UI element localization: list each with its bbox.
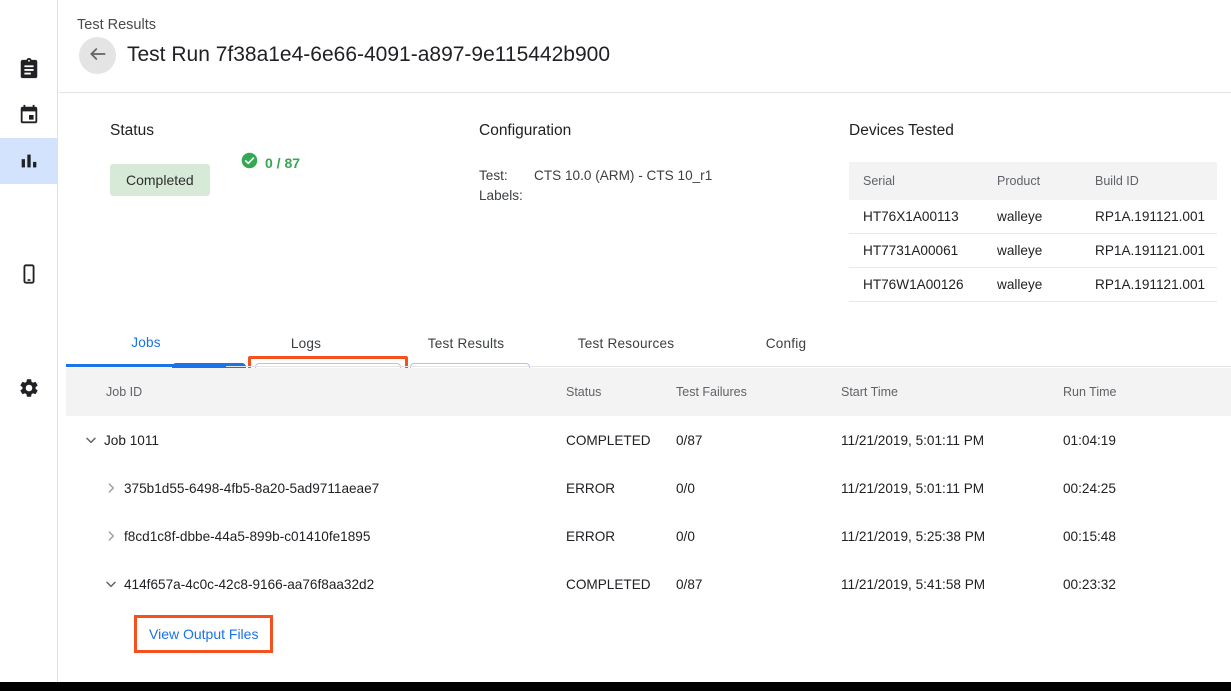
- job-status: ERROR: [566, 481, 676, 496]
- jobs-table-body: Job 1011 COMPLETED 0/87 11/21/2019, 5:01…: [66, 416, 1231, 660]
- job-failures: 0/0: [676, 529, 841, 544]
- table-row[interactable]: f8cd1c8f-dbbe-44a5-899b-c01410fe1895 ERR…: [66, 512, 1231, 560]
- config-label-labels: Labels:: [479, 186, 534, 206]
- sidebar: [0, 0, 58, 682]
- devices-col-serial: Serial: [849, 162, 997, 200]
- tab-config[interactable]: Config: [706, 320, 866, 367]
- jobs-col-run-time: Run Time: [1063, 385, 1183, 399]
- job-start-time: 11/21/2019, 5:01:11 PM: [841, 433, 1063, 448]
- bottom-bar: [0, 682, 1231, 691]
- device-product: walleye: [997, 234, 1095, 268]
- arrow-left-icon: [88, 44, 108, 67]
- device-build: RP1A.191121.001: [1095, 234, 1217, 268]
- jobs-col-job-id: Job ID: [66, 385, 566, 399]
- attempt-output-files-highlight: View Output Files: [134, 615, 273, 653]
- job-failures: 0/87: [676, 577, 841, 592]
- devices-section: Devices Tested Serial Product Build ID H…: [849, 122, 1217, 302]
- jobs-col-status: Status: [566, 385, 676, 399]
- sidebar-item-settings[interactable]: [0, 365, 58, 411]
- jobs-table-header: Job ID Status Test Failures Start Time R…: [66, 368, 1231, 416]
- jobs-col-start-time: Start Time: [841, 385, 1063, 399]
- config-label-test: Test:: [479, 166, 534, 186]
- device-build: RP1A.191121.001: [1095, 268, 1217, 302]
- calendar-icon: [18, 104, 40, 126]
- devices-table-header-row: Serial Product Build ID: [849, 162, 1217, 200]
- job-start-time: 11/21/2019, 5:25:38 PM: [841, 529, 1063, 544]
- table-row[interactable]: 375b1d55-6498-4fb5-8a20-5ad9711aeae7 ERR…: [66, 464, 1231, 512]
- page-body: Status Completed 0 / 87 Configuration Te…: [59, 94, 1231, 682]
- breadcrumb: Test Results: [77, 17, 156, 33]
- clipboard-icon: [18, 58, 40, 80]
- job-status: COMPLETED: [566, 577, 676, 592]
- chevron-right-icon[interactable]: [98, 528, 124, 544]
- tab-logs[interactable]: Logs: [226, 320, 386, 367]
- config-value-test: CTS 10.0 (ARM) - CTS 10_r1: [534, 166, 712, 186]
- job-failures: 0/87: [676, 433, 841, 448]
- device-icon: [18, 263, 40, 285]
- config-row-test: Test: CTS 10.0 (ARM) - CTS 10_r1: [479, 166, 712, 186]
- job-run-time: 00:15:48: [1063, 529, 1183, 544]
- devices-col-product: Product: [997, 162, 1095, 200]
- page-title: Test Run 7f38a1e4-6e66-4091-a897-9e11544…: [127, 43, 610, 67]
- device-build: RP1A.191121.001: [1095, 200, 1217, 234]
- job-run-time: 00:24:25: [1063, 481, 1183, 496]
- job-id: f8cd1c8f-dbbe-44a5-899b-c01410fe1895: [124, 529, 370, 544]
- devices-col-build: Build ID: [1095, 162, 1217, 200]
- job-start-time: 11/21/2019, 5:41:58 PM: [841, 577, 1063, 592]
- check-circle-icon: [241, 152, 258, 174]
- pass-count: 0 / 87: [265, 155, 300, 171]
- table-row[interactable]: Job 1011 COMPLETED 0/87 11/21/2019, 5:01…: [66, 416, 1231, 464]
- chevron-right-icon[interactable]: [98, 480, 124, 496]
- attempt-output-files-row: View Output Files: [66, 608, 1231, 660]
- page-header: Test Results Test Run 7f38a1e4-6e66-4091…: [59, 0, 1231, 93]
- pass-rate: 0 / 87: [241, 152, 300, 174]
- sidebar-item-devices[interactable]: [0, 251, 58, 297]
- table-row: HT76X1A00113 walleye RP1A.191121.001: [849, 200, 1217, 234]
- chevron-down-icon[interactable]: [98, 576, 124, 592]
- device-serial: HT7731A00061: [849, 234, 997, 268]
- tab-jobs[interactable]: Jobs: [66, 320, 226, 367]
- attempt-view-output-files-button[interactable]: View Output Files: [139, 620, 268, 648]
- job-start-time: 11/21/2019, 5:01:11 PM: [841, 481, 1063, 496]
- device-serial: HT76X1A00113: [849, 200, 997, 234]
- sidebar-item-test-suites[interactable]: [0, 46, 58, 92]
- job-failures: 0/0: [676, 481, 841, 496]
- back-button[interactable]: [79, 37, 116, 74]
- device-product: walleye: [997, 200, 1095, 234]
- configuration-section: Configuration Test: CTS 10.0 (ARM) - CTS…: [479, 122, 712, 206]
- configuration-heading: Configuration: [479, 122, 712, 140]
- tab-test-results[interactable]: Test Results: [386, 320, 546, 367]
- job-status: COMPLETED: [566, 433, 676, 448]
- job-run-time: 00:23:32: [1063, 577, 1183, 592]
- config-row-labels: Labels:: [479, 186, 712, 206]
- job-id: 414f657a-4c0c-42c8-9166-aa76f8aa32d2: [124, 577, 374, 592]
- device-serial: HT76W1A00126: [849, 268, 997, 302]
- table-row: HT7731A00061 walleye RP1A.191121.001: [849, 234, 1217, 268]
- bar-chart-icon: [18, 150, 40, 172]
- sidebar-item-schedules[interactable]: [0, 92, 58, 138]
- job-id: 375b1d55-6498-4fb5-8a20-5ad9711aeae7: [124, 481, 379, 496]
- jobs-col-test-failures: Test Failures: [676, 385, 841, 399]
- job-status: ERROR: [566, 529, 676, 544]
- status-heading: Status: [110, 122, 210, 140]
- device-product: walleye: [997, 268, 1095, 302]
- gear-icon: [18, 377, 40, 399]
- tab-bar: Jobs Logs Test Results Test Resources Co…: [66, 320, 1231, 367]
- devices-table: Serial Product Build ID HT76X1A00113 wal…: [849, 162, 1217, 302]
- table-row[interactable]: 414f657a-4c0c-42c8-9166-aa76f8aa32d2 COM…: [66, 560, 1231, 608]
- status-section: Status Completed: [110, 122, 210, 196]
- devices-heading: Devices Tested: [849, 122, 1217, 140]
- job-run-time: 01:04:19: [1063, 433, 1183, 448]
- status-badge: Completed: [110, 164, 210, 196]
- job-id: Job 1011: [104, 433, 159, 448]
- chevron-down-icon[interactable]: [78, 432, 104, 448]
- sidebar-item-test-results[interactable]: [0, 138, 58, 184]
- tab-test-resources[interactable]: Test Resources: [546, 320, 706, 367]
- table-row: HT76W1A00126 walleye RP1A.191121.001: [849, 268, 1217, 302]
- app-root: Test Results Test Run 7f38a1e4-6e66-4091…: [0, 0, 1231, 691]
